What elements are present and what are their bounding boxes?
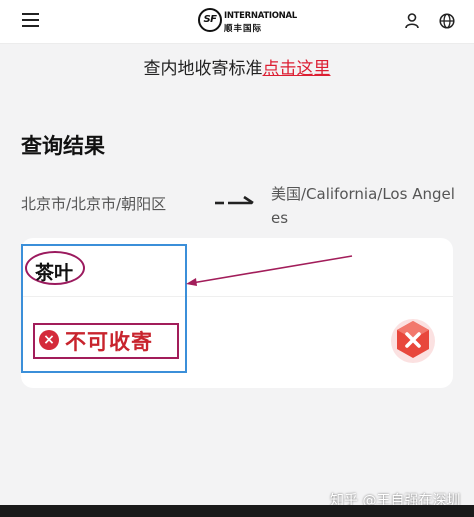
destination-address: 美国/California/Los Angeles [271, 185, 455, 227]
query-result-title: 查询结果 [21, 134, 105, 158]
origin-address: 北京市/北京市/朝阳区 [21, 195, 167, 213]
sf-logo-mark: SF [198, 8, 222, 32]
mainland-standard-notice: 查内地收寄标准点击这里 [0, 54, 474, 79]
user-icon[interactable] [405, 13, 419, 29]
annotation-highlight-rect [21, 244, 187, 373]
notice-text: 查内地收寄标准 [143, 59, 263, 79]
bottom-bar [0, 505, 474, 517]
annotation-arrow-icon [186, 255, 353, 286]
menu-icon[interactable] [22, 13, 39, 27]
top-header: SF INTERNATIONAL 顺丰国际 [0, 0, 474, 44]
rejected-badge-icon [391, 319, 435, 363]
logo-english-text: INTERNATIONAL [224, 11, 297, 21]
click-here-link[interactable]: 点击这里 [263, 59, 331, 79]
globe-icon[interactable] [439, 13, 455, 29]
sf-international-logo[interactable]: SF INTERNATIONAL 顺丰国际 [198, 8, 297, 34]
route-arrow-icon [215, 195, 254, 205]
logo-chinese-text: 顺丰国际 [224, 24, 263, 34]
